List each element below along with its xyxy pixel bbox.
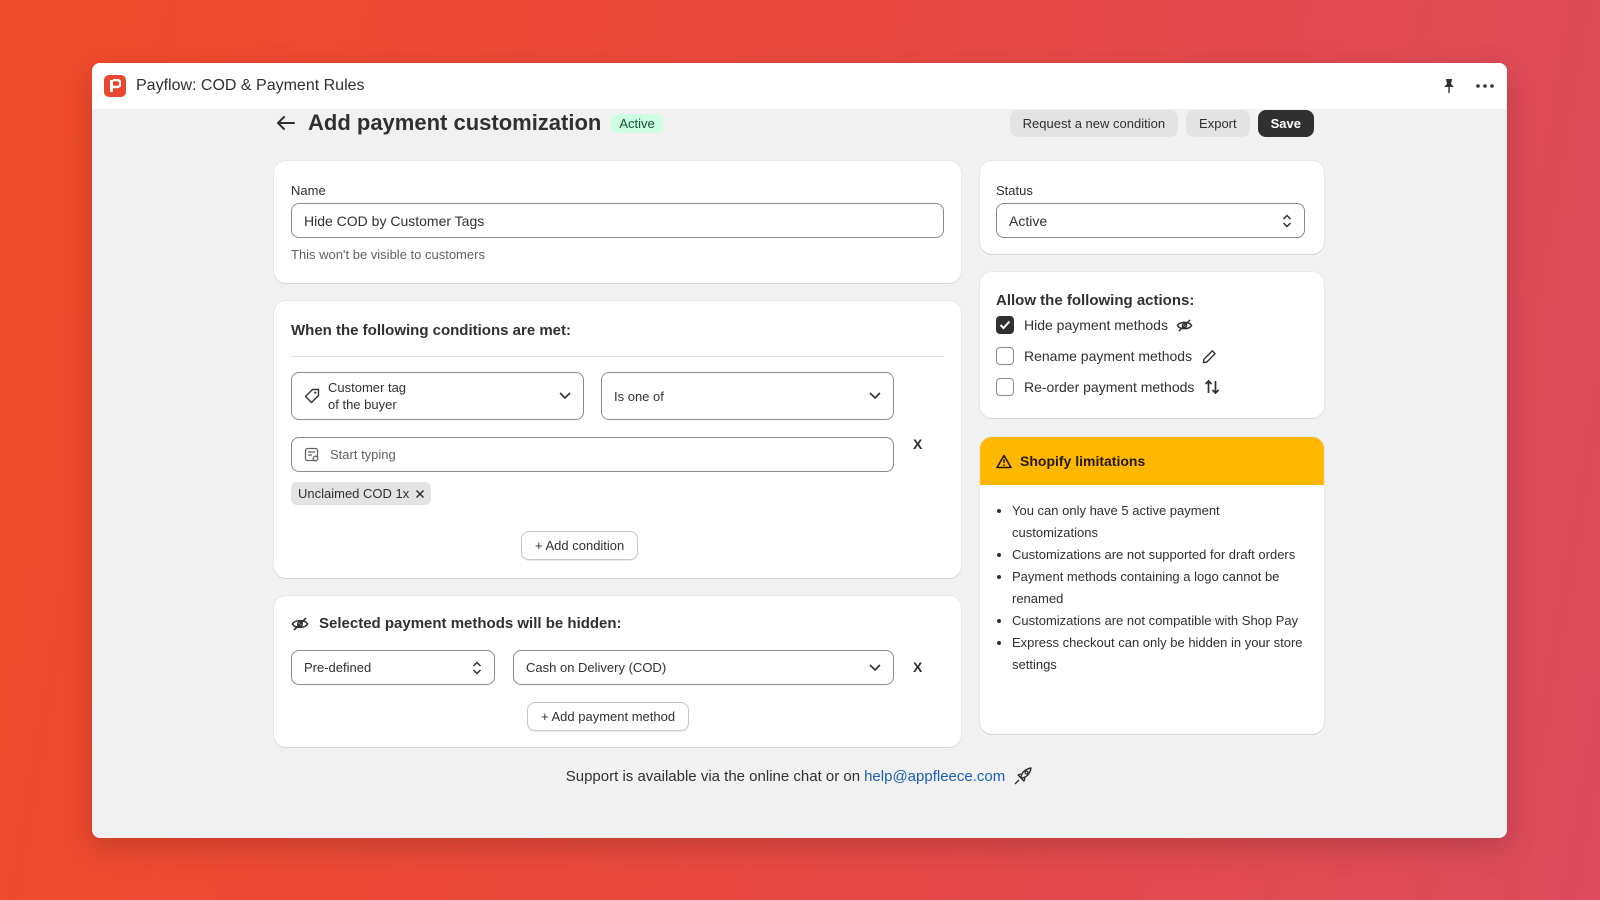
checkbox[interactable] — [996, 347, 1014, 365]
divider — [291, 356, 944, 357]
condition-field-label: Customer tag — [328, 380, 407, 395]
checkbox[interactable] — [996, 378, 1014, 396]
method-type-select[interactable]: Pre-defined — [291, 650, 495, 685]
conditions-title: When the following conditions are met: — [291, 322, 571, 339]
limitations-title: Shopify limitations — [1020, 453, 1146, 469]
name-help-text: This won't be visible to customers — [291, 247, 485, 262]
tag-chip-label: Unclaimed COD 1x — [298, 486, 410, 501]
support-email-link[interactable]: help@appfleece.com — [864, 768, 1005, 785]
select-arrows-icon — [472, 660, 482, 675]
list-item: Payment methods containing a logo cannot… — [1012, 566, 1307, 610]
action-reorder-payment[interactable]: Re-order payment methods — [996, 378, 1220, 396]
more-icon[interactable] — [1475, 76, 1495, 96]
tag-search-input[interactable]: Start typing — [291, 437, 894, 472]
select-arrows-icon — [1282, 213, 1292, 228]
limitations-list: You can only have 5 active payment custo… — [1012, 500, 1307, 676]
pencil-icon — [1202, 349, 1217, 364]
page-title: Add payment customization — [308, 110, 602, 135]
action-label: Re-order payment methods — [1024, 379, 1195, 395]
add-condition-button[interactable]: + Add condition — [521, 531, 639, 560]
chevron-down-icon — [869, 663, 881, 672]
status-value: Active — [1009, 212, 1048, 229]
request-condition-button[interactable]: Request a new condition — [1009, 109, 1179, 137]
actions-card: Allow the following actions: Hide paymen… — [980, 272, 1324, 418]
list-item: Customizations are not supported for dra… — [1012, 544, 1307, 566]
tag-chip: Unclaimed COD 1x — [291, 482, 432, 505]
back-arrow-icon[interactable] — [274, 111, 298, 135]
action-label: Rename payment methods — [1024, 348, 1193, 364]
action-hide-payment[interactable]: Hide payment methods — [996, 316, 1193, 334]
add-payment-method-button[interactable]: + Add payment method — [527, 702, 690, 731]
eye-off-icon — [291, 616, 309, 632]
operator-select[interactable]: Is one of — [601, 372, 894, 420]
payment-methods-title: Selected payment methods will be hidden: — [319, 615, 622, 632]
chevron-down-icon — [869, 392, 881, 400]
status-badge: Active — [611, 113, 663, 133]
app-window: Payflow: COD & Payment Rules Add payment… — [92, 63, 1507, 838]
payment-method-value: Cash on Delivery (COD) — [526, 660, 667, 675]
name-input[interactable]: Hide COD by Customer Tags — [291, 203, 944, 238]
payment-methods-card: Selected payment methods will be hidden:… — [274, 596, 961, 747]
support-text: Support is available via the online chat… — [565, 767, 861, 785]
tag-icon — [304, 388, 320, 404]
eye-off-icon — [1176, 318, 1193, 333]
list-item: You can only have 5 active payment custo… — [1012, 500, 1307, 544]
status-label: Status — [996, 183, 1033, 198]
chevron-down-icon — [559, 392, 571, 400]
condition-field-sublabel: of the buyer — [328, 397, 397, 412]
actions-title: Allow the following actions: — [996, 292, 1195, 309]
action-rename-payment[interactable]: Rename payment methods — [996, 347, 1217, 365]
remove-condition-button[interactable]: X — [913, 436, 922, 452]
conditions-card: When the following conditions are met: C… — [274, 301, 961, 578]
name-label: Name — [291, 183, 326, 198]
app-logo-icon — [104, 75, 126, 97]
limitations-header: Shopify limitations — [980, 437, 1324, 485]
warning-icon — [996, 454, 1012, 469]
name-input-value: Hide COD by Customer Tags — [304, 212, 485, 229]
payment-method-select[interactable]: Cash on Delivery (COD) — [513, 650, 894, 685]
status-select[interactable]: Active — [996, 203, 1305, 238]
support-footer: Support is available via the online chat… — [92, 766, 1507, 786]
page-header: Add payment customization Active Request… — [274, 103, 1314, 143]
list-item: Express checkout can only be hidden in y… — [1012, 632, 1307, 676]
app-title: Payflow: COD & Payment Rules — [136, 77, 365, 94]
remove-method-button[interactable]: X — [913, 659, 922, 675]
save-button[interactable]: Save — [1257, 109, 1314, 137]
operator-value: Is one of — [614, 388, 664, 404]
export-button[interactable]: Export — [1186, 109, 1250, 137]
name-card: Name Hide COD by Customer Tags This won'… — [274, 161, 961, 283]
method-type-value: Pre-defined — [304, 660, 372, 675]
sort-arrows-icon — [1204, 379, 1220, 395]
status-card: Status Active — [980, 161, 1324, 254]
condition-field-select[interactable]: Customer tag of the buyer — [291, 372, 584, 420]
action-label: Hide payment methods — [1024, 317, 1168, 333]
checkbox[interactable] — [996, 316, 1014, 334]
list-item: Customizations are not compatible with S… — [1012, 610, 1307, 632]
rocket-icon — [1013, 766, 1033, 786]
list-search-icon — [304, 447, 320, 463]
pin-icon[interactable] — [1439, 76, 1459, 96]
limitations-card: Shopify limitations You can only have 5 … — [980, 437, 1324, 734]
tag-search-placeholder: Start typing — [330, 447, 396, 462]
close-icon[interactable] — [415, 489, 425, 499]
